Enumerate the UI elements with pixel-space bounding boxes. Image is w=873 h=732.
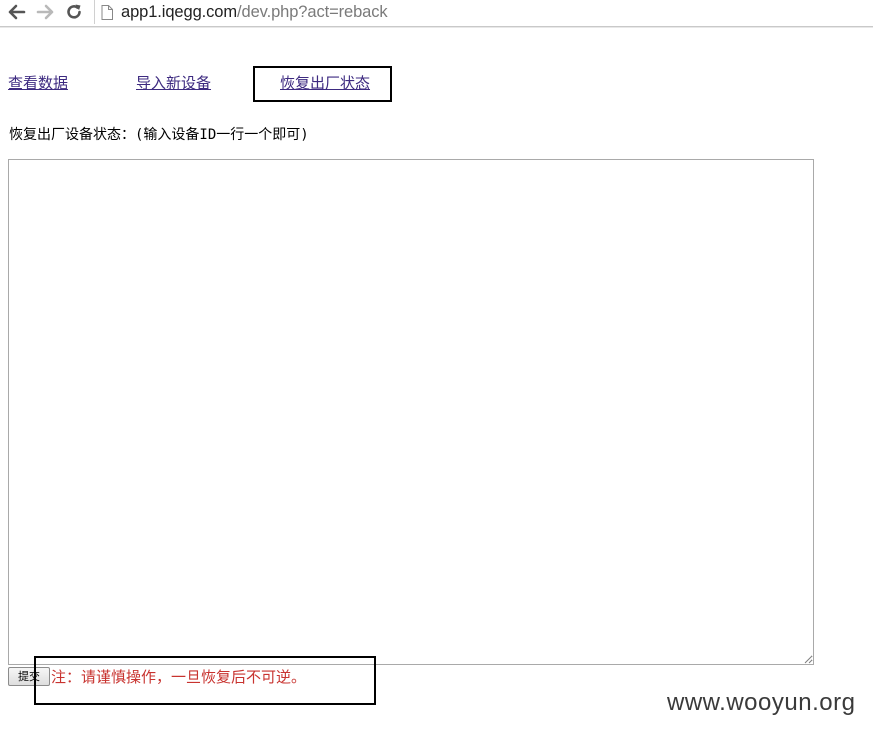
url-text: app1.iqegg.com/dev.php?act=reback — [121, 3, 388, 22]
url-path: /dev.php?act=reback — [237, 2, 388, 21]
factory-reset-link[interactable]: 恢复出厂状态 — [280, 72, 370, 93]
submit-button[interactable]: 提交 — [8, 667, 50, 686]
page-content: 查看数据 导入新设备 恢复出厂状态 恢复出厂设备状态：(输入设备ID一行一个即可… — [0, 27, 873, 732]
forward-button[interactable] — [34, 1, 56, 23]
reload-icon — [65, 3, 83, 21]
back-button[interactable] — [6, 1, 28, 23]
arrow-left-icon — [8, 4, 26, 20]
arrow-right-icon — [36, 4, 54, 20]
warning-note: 注：请谨慎操作，一旦恢复后不可逆。 — [51, 668, 307, 686]
form-label: 恢复出厂设备状态：(输入设备ID一行一个即可) — [9, 127, 309, 143]
watermark: www.wooyun.org — [667, 689, 856, 716]
page-icon — [101, 4, 113, 20]
device-id-textarea[interactable] — [8, 159, 814, 665]
import-device-link[interactable]: 导入新设备 — [136, 72, 211, 93]
url-host: app1.iqegg.com — [121, 2, 238, 21]
browser-toolbar: app1.iqegg.com/dev.php?act=reback — [0, 0, 873, 27]
reload-button[interactable] — [63, 1, 85, 23]
address-bar[interactable]: app1.iqegg.com/dev.php?act=reback — [94, 0, 873, 24]
view-data-link[interactable]: 查看数据 — [8, 72, 68, 93]
